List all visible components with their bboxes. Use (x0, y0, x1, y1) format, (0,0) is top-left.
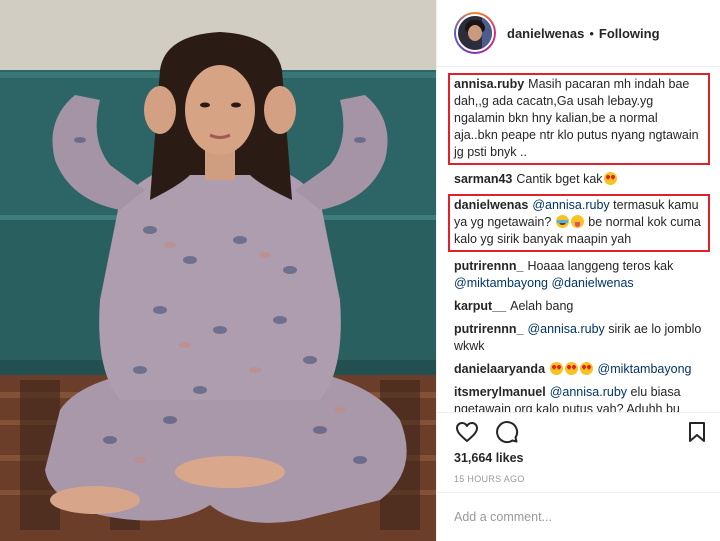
comment-username[interactable]: karput__ (454, 299, 506, 313)
heart-eyes-emoji-icon (580, 362, 594, 375)
comment-text: Aelah bang (510, 299, 574, 313)
comment-username[interactable]: putrirennn_ (454, 259, 523, 273)
bookmark-icon (689, 422, 705, 442)
add-comment-bar (437, 492, 720, 541)
comment-highlighted: danielwenas @annisa.ruby termasuk kamu ya… (448, 194, 710, 252)
comment-username[interactable]: sarman43 (454, 172, 512, 186)
comment-mention[interactable]: @annisa.ruby (532, 198, 609, 212)
comment-bubble-icon (496, 421, 519, 444)
avatar[interactable] (454, 12, 496, 54)
following-button[interactable]: Following (599, 26, 660, 41)
heart-eyes-emoji-icon (603, 172, 617, 185)
comment-username[interactable]: itsmerylmanuel (454, 385, 546, 399)
avatar-image (456, 14, 494, 52)
comment-mention[interactable]: @annisa.ruby (527, 322, 604, 336)
list-item: sarman43 Cantik bget kak (454, 171, 709, 188)
comment-username[interactable]: danielwenas (454, 198, 528, 212)
add-comment-input[interactable] (454, 510, 704, 524)
heart-eyes-emoji-icon (565, 362, 579, 375)
post-actions: 31,664 likes 15 HOURS AGO (437, 412, 720, 492)
list-item: putrirennn_ Hoaaa langgeng teros kak @mik… (454, 258, 709, 292)
like-count[interactable]: 31,664 likes (454, 451, 704, 465)
header-separator: • (589, 25, 594, 41)
comment-text: Hoaaa langgeng teros kak (527, 259, 674, 273)
post-photo[interactable] (0, 0, 436, 541)
comment-text: Cantik bget kak (516, 172, 603, 186)
post-header: danielwenas • Following (437, 0, 720, 67)
comment-username[interactable]: putrirennn_ (454, 322, 523, 336)
header-username[interactable]: danielwenas (507, 26, 584, 41)
comment-mention[interactable]: @danielwenas (551, 276, 633, 290)
comment-mention[interactable]: @miktambayong (454, 276, 548, 290)
save-button[interactable] (684, 419, 710, 445)
like-button[interactable] (454, 419, 480, 445)
comment-button[interactable] (494, 419, 520, 445)
list-item: itsmerylmanuel @annisa.ruby elu biasa nge… (454, 384, 709, 412)
comment-username[interactable]: danielaaryanda (454, 362, 545, 376)
post-side-panel: danielwenas • Following annisa.ruby Masih… (436, 0, 720, 541)
list-item: danielaaryanda @miktambayong (454, 361, 709, 378)
comment-mention[interactable]: @miktambayong (598, 362, 692, 376)
tears-of-joy-emoji-icon (555, 215, 569, 228)
post-timestamp[interactable]: 15 HOURS AGO (454, 474, 704, 484)
heart-eyes-emoji-icon (550, 362, 564, 375)
comment-username[interactable]: annisa.ruby (454, 77, 524, 91)
comment-mention[interactable]: @annisa.ruby (550, 385, 627, 399)
action-icon-row (454, 413, 705, 451)
list-item: karput__ Aelah bang (454, 298, 709, 315)
list-item: putrirennn_ @annisa.ruby sirik ae lo jomb… (454, 321, 709, 355)
comment-highlighted: annisa.ruby Masih pacaran mh indah bae da… (448, 73, 710, 165)
comments-list[interactable]: annisa.ruby Masih pacaran mh indah bae da… (437, 67, 720, 412)
post-image-woman-on-sofa (0, 0, 436, 541)
heart-outline-icon (456, 422, 478, 442)
tongue-emoji-icon (570, 215, 584, 228)
